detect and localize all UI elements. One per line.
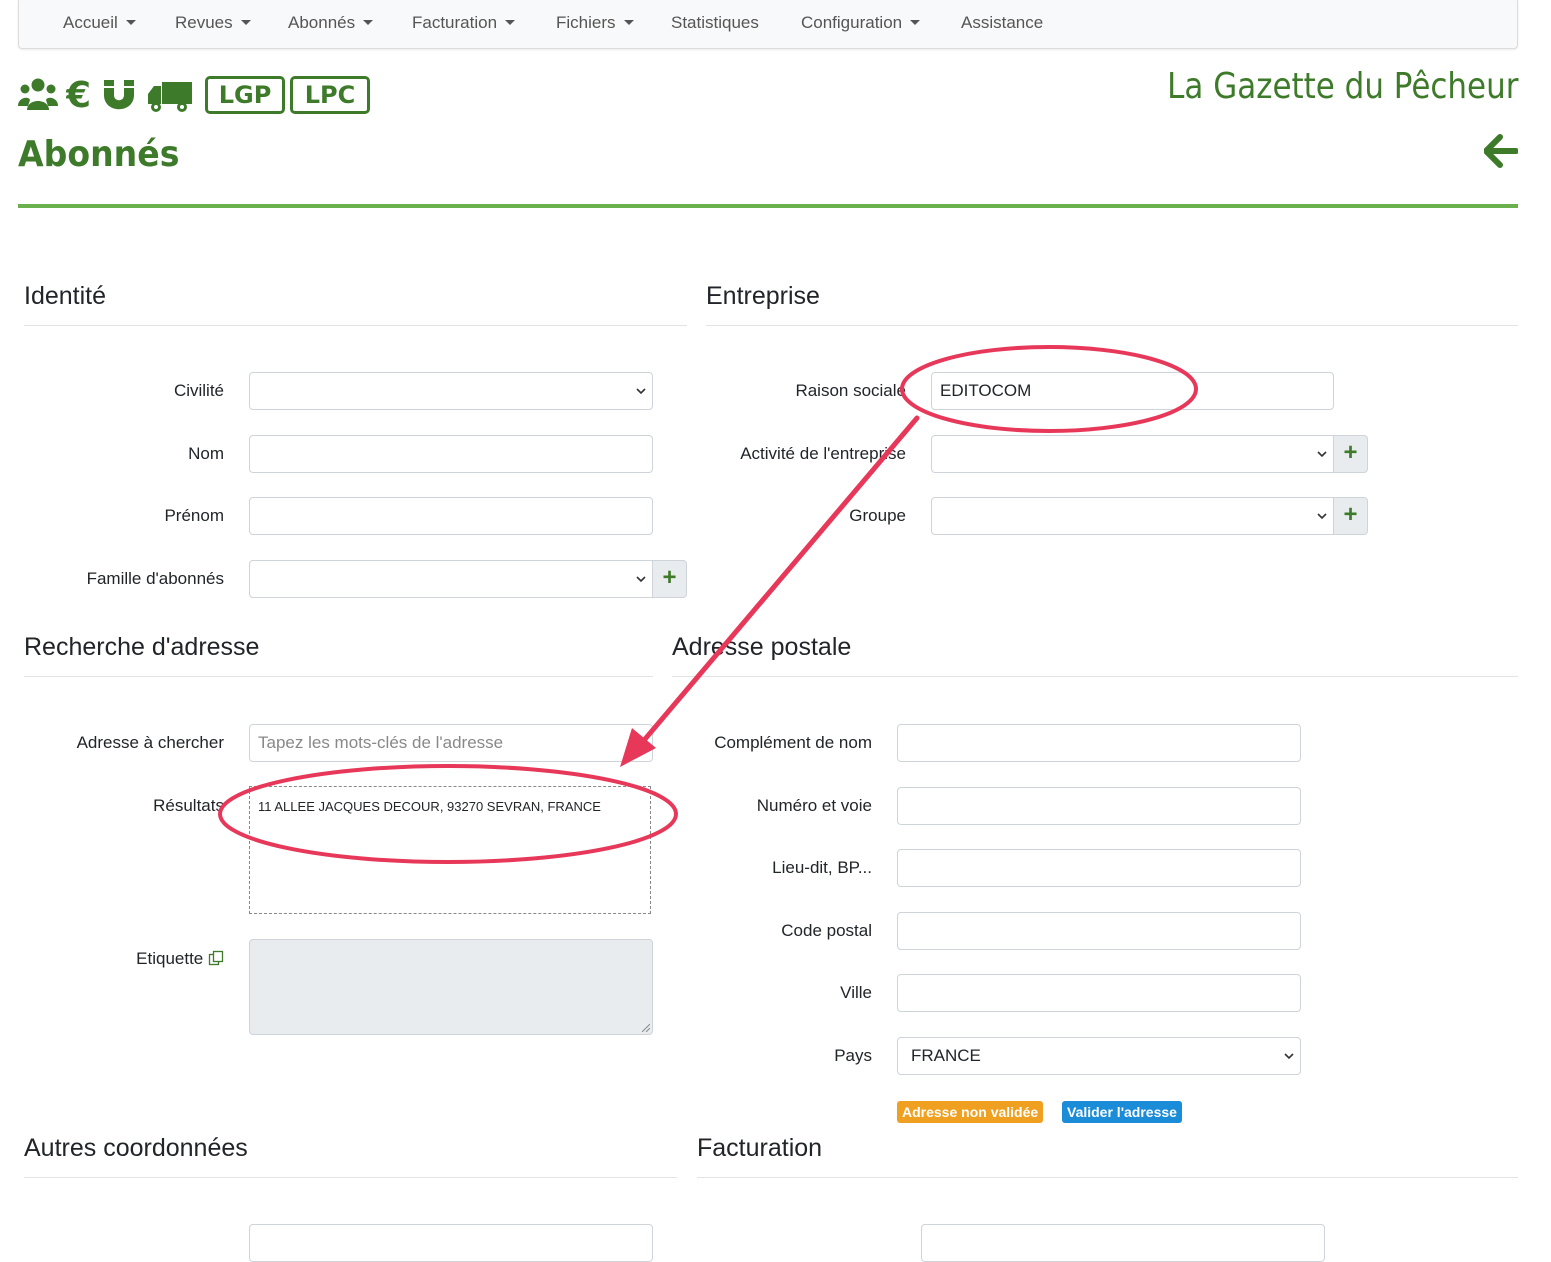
copy-icon[interactable] [208, 950, 224, 966]
header-divider [18, 204, 1518, 208]
nav-statistiques[interactable]: Statistiques [671, 13, 759, 33]
chevron-down-icon [636, 576, 646, 583]
section-entreprise-title: Entreprise [706, 282, 1518, 326]
pays-label: Pays [834, 1046, 872, 1065]
activite-select[interactable] [931, 435, 1334, 473]
adresse-chercher-label: Adresse à chercher [76, 733, 224, 752]
address-status-badge: Adresse non validée [897, 1101, 1044, 1123]
nav-assistance[interactable]: Assistance [961, 13, 1043, 33]
add-activite-button[interactable]: + [1333, 435, 1368, 473]
code-postal-input[interactable] [897, 912, 1301, 950]
caret-down-icon [623, 20, 634, 25]
civilite-select[interactable] [249, 372, 653, 410]
prenom-input[interactable] [249, 497, 653, 535]
groupe-label: Groupe [849, 506, 906, 525]
activite-label: Activité de l'entreprise [740, 444, 906, 463]
add-famille-button[interactable]: + [652, 560, 687, 598]
nom-label: Nom [188, 444, 224, 463]
famille-select[interactable] [249, 560, 653, 598]
users-icon[interactable] [18, 76, 58, 112]
section-autres-title: Autres coordonnées [24, 1134, 677, 1178]
result-item[interactable]: 11 ALLEE JACQUES DECOUR, 93270 SEVRAN, F… [258, 799, 642, 814]
chevron-down-icon [1317, 513, 1327, 520]
add-groupe-button[interactable]: + [1333, 497, 1368, 535]
caret-down-icon [505, 20, 516, 25]
euro-icon[interactable]: € [66, 76, 96, 112]
resize-handle-icon[interactable] [642, 1024, 650, 1032]
top-navbar: Accueil Revues Abonnés Facturation Fichi… [18, 0, 1518, 49]
section-recherche-title: Recherche d'adresse [24, 633, 653, 677]
nav-revues[interactable]: Revues [175, 13, 251, 33]
caret-down-icon [125, 20, 136, 25]
ville-label: Ville [840, 983, 872, 1002]
caret-down-icon [363, 20, 374, 25]
tag-lgp[interactable]: LGP [205, 76, 285, 114]
groupe-select[interactable] [931, 497, 1334, 535]
section-postale-title: Adresse postale [672, 633, 1518, 677]
validate-address-button[interactable]: Valider l'adresse [1062, 1101, 1182, 1123]
back-arrow-icon[interactable] [1484, 134, 1518, 168]
etiquette-label: Etiquette [24, 949, 224, 969]
caret-down-icon [240, 20, 251, 25]
nav-accueil[interactable]: Accueil [63, 13, 136, 33]
truck-icon[interactable] [148, 80, 192, 114]
caret-down-icon [910, 20, 921, 25]
numero-voie-label: Numéro et voie [756, 796, 872, 815]
section-facturation-title: Facturation [697, 1134, 1518, 1178]
etiquette-textarea[interactable] [249, 939, 653, 1035]
chevron-down-icon [636, 388, 646, 395]
chevron-down-icon [1317, 451, 1327, 458]
nom-input[interactable] [249, 435, 653, 473]
raison-sociale-label: Raison sociale [795, 381, 906, 400]
nav-fichiers[interactable]: Fichiers [556, 13, 634, 33]
resultats-label: Résultats [153, 796, 224, 815]
code-postal-label: Code postal [781, 921, 872, 940]
civilite-label: Civilité [173, 381, 224, 400]
complement-label: Complément de nom [714, 733, 872, 752]
adresse-search-input[interactable]: Tapez les mots-clés de l'adresse [249, 724, 653, 762]
prenom-label: Prénom [164, 506, 224, 525]
results-list: 11 ALLEE JACQUES DECOUR, 93270 SEVRAN, F… [249, 786, 651, 914]
magnet-icon[interactable] [102, 78, 136, 112]
section-identite-title: Identité [24, 282, 687, 326]
lieu-dit-label: Lieu-dit, BP... [772, 858, 872, 877]
ville-input[interactable] [897, 974, 1301, 1012]
numero-voie-input[interactable] [897, 787, 1301, 825]
svg-text:€: € [66, 76, 91, 112]
chevron-down-icon [1284, 1053, 1294, 1060]
raison-sociale-input[interactable]: EDITOCOM [931, 372, 1334, 410]
tag-lpc[interactable]: LPC [290, 76, 370, 114]
lieu-dit-input[interactable] [897, 849, 1301, 887]
nav-facturation[interactable]: Facturation [412, 13, 516, 33]
nav-abonnes[interactable]: Abonnés [288, 13, 374, 33]
page-title: Abonnés [18, 134, 180, 175]
famille-label: Famille d'abonnés [86, 569, 224, 588]
nav-configuration[interactable]: Configuration [801, 13, 921, 33]
complement-input[interactable] [897, 724, 1301, 762]
pays-select[interactable]: FRANCE [897, 1037, 1301, 1075]
brand-title: La Gazette du Pêcheur [1166, 66, 1518, 107]
